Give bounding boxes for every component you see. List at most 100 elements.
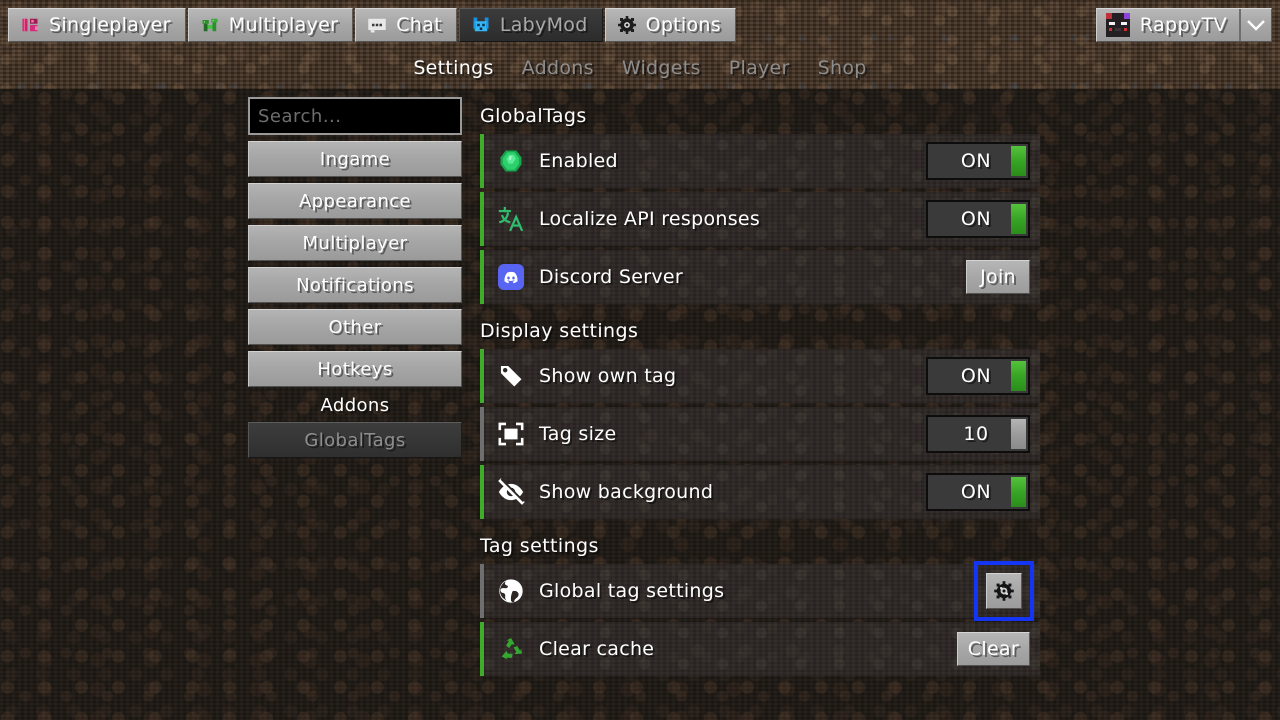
setting-row-show-background[interactable]: Show background ON: [480, 465, 1040, 519]
tab-multiplayer-label: Multiplayer: [228, 14, 339, 36]
tab-options[interactable]: Options: [604, 8, 736, 42]
tab-options-label: Options: [645, 14, 721, 36]
tab-singleplayer-label: Singleplayer: [49, 14, 171, 36]
top-navigation-bar: Singleplayer Multiplayer Chat LabyMod Op…: [0, 0, 1280, 48]
eye-off-icon: [497, 478, 525, 506]
subtab-settings[interactable]: Settings: [400, 54, 506, 84]
tab-multiplayer[interactable]: Multiplayer: [187, 8, 354, 42]
setting-label-tag-size: Tag size: [539, 423, 617, 445]
player-head-avatar: [1105, 13, 1130, 37]
sidebar-item-hotkeys[interactable]: Hotkeys: [248, 351, 462, 387]
setting-label-clear-cache: Clear cache: [539, 638, 655, 660]
tab-labymod-label: LabyMod: [499, 14, 588, 36]
setting-row-discord-server[interactable]: Discord Server Join: [480, 250, 1040, 304]
row-accent-bar: [480, 192, 484, 246]
clear-cache-button[interactable]: Clear: [956, 632, 1030, 666]
row-accent-bar: [480, 622, 484, 676]
gear-icon: [993, 580, 1015, 602]
toggle-knob: [1011, 477, 1026, 507]
setting-control-show-background: ON: [926, 473, 1030, 511]
settings-content: GlobalTags Enabled ON Localize API respo…: [480, 89, 1040, 680]
chat-icon: [367, 15, 387, 35]
subtab-addons[interactable]: Addons: [509, 54, 607, 84]
setting-row-clear-cache[interactable]: Clear cache Clear: [480, 622, 1040, 676]
discord-icon: [497, 263, 525, 291]
section-title-globaltags: GlobalTags: [480, 105, 587, 127]
sidebar-group-addons-label: Addons: [320, 395, 390, 416]
sidebar-item-other[interactable]: Other: [248, 309, 462, 345]
setting-row-localize-api-responses[interactable]: Localize API responses ON: [480, 192, 1040, 246]
join-discord-button[interactable]: Join: [966, 260, 1030, 294]
settings-sidebar: Search... Ingame Appearance Multiplayer …: [248, 97, 462, 458]
options-gear-icon: [617, 15, 637, 35]
search-placeholder: Search...: [258, 105, 342, 127]
toggle-enabled[interactable]: ON: [926, 142, 1030, 180]
translate-icon: [497, 205, 525, 233]
globe-icon: [497, 577, 525, 605]
singleplayer-icon: [20, 15, 40, 35]
user-account-box: RappyTV: [1095, 8, 1272, 42]
resize-frame-icon: [497, 420, 525, 448]
setting-label-discord-server: Discord Server: [539, 266, 683, 288]
labymod-icon: [471, 15, 491, 35]
setting-control-enabled: ON: [926, 142, 1030, 180]
toggle-knob: [1011, 361, 1026, 391]
tab-singleplayer[interactable]: Singleplayer: [8, 8, 186, 42]
setting-control-discord-server: Join: [966, 260, 1030, 294]
setting-label-enabled: Enabled: [539, 150, 618, 172]
slider-tag-size[interactable]: 10: [926, 415, 1030, 453]
sidebar-item-ingame[interactable]: Ingame: [248, 141, 462, 177]
subtab-widgets[interactable]: Widgets: [609, 54, 714, 84]
sidebar-item-multiplayer[interactable]: Multiplayer: [248, 225, 462, 261]
sub-tab-bar: Settings Addons Widgets Player Shop: [0, 48, 1280, 89]
setting-label-localize-api-responses: Localize API responses: [539, 208, 761, 230]
global-tag-settings-focus-ring: [974, 561, 1034, 621]
toggle-localize-api-responses[interactable]: ON: [926, 200, 1030, 238]
user-profile-button[interactable]: RappyTV: [1097, 9, 1239, 41]
setting-label-show-own-tag: Show own tag: [539, 365, 677, 387]
multiplayer-icon: [200, 15, 220, 35]
section-title-tag-settings: Tag settings: [480, 535, 599, 557]
recycle-icon: [497, 635, 525, 663]
tab-labymod[interactable]: LabyMod: [458, 8, 603, 42]
sidebar-item-notifications[interactable]: Notifications: [248, 267, 462, 303]
tab-chat[interactable]: Chat: [355, 8, 457, 42]
row-accent-bar: [480, 465, 484, 519]
toggle-knob: [1011, 204, 1026, 234]
setting-label-global-tag-settings: Global tag settings: [539, 580, 725, 602]
search-input[interactable]: Search...: [248, 97, 462, 135]
sidebar-item-appearance[interactable]: Appearance: [248, 183, 462, 219]
setting-row-tag-size[interactable]: Tag size 10: [480, 407, 1040, 461]
setting-row-global-tag-settings[interactable]: Global tag settings: [480, 561, 1040, 621]
user-name-label: RappyTV: [1139, 14, 1227, 36]
main-tab-list: Singleplayer Multiplayer Chat LabyMod Op…: [8, 8, 736, 42]
global-tag-settings-button[interactable]: [986, 573, 1022, 609]
setting-control-tag-size: 10: [926, 415, 1030, 453]
tab-chat-label: Chat: [396, 14, 442, 36]
setting-row-enabled[interactable]: Enabled ON: [480, 134, 1040, 188]
row-accent-bar: [480, 349, 484, 403]
toggle-show-background[interactable]: ON: [926, 473, 1030, 511]
setting-control-global-tag-settings: [974, 561, 1034, 621]
toggle-show-own-tag[interactable]: ON: [926, 357, 1030, 395]
sidebar-item-globaltags[interactable]: GlobalTags: [248, 422, 462, 458]
row-accent-bar: [480, 564, 484, 618]
subtab-shop[interactable]: Shop: [805, 54, 880, 84]
tag-icon: [497, 362, 525, 390]
chevron-down-icon: [1247, 19, 1265, 31]
subtab-player[interactable]: Player: [716, 54, 803, 84]
row-accent-bar: [480, 134, 484, 188]
emerald-icon: [497, 147, 525, 175]
user-dropdown-toggle[interactable]: [1239, 9, 1271, 41]
page-body: Search... Ingame Appearance Multiplayer …: [0, 89, 1280, 720]
section-title-display-settings: Display settings: [480, 320, 639, 342]
setting-row-show-own-tag[interactable]: Show own tag ON: [480, 349, 1040, 403]
row-accent-bar: [480, 407, 484, 461]
setting-control-show-own-tag: ON: [926, 357, 1030, 395]
setting-control-localize-api-responses: ON: [926, 200, 1030, 238]
row-accent-bar: [480, 250, 484, 304]
setting-label-show-background: Show background: [539, 481, 714, 503]
slider-handle[interactable]: [1011, 419, 1026, 449]
toggle-knob: [1011, 146, 1026, 176]
setting-control-clear-cache: Clear: [956, 632, 1030, 666]
